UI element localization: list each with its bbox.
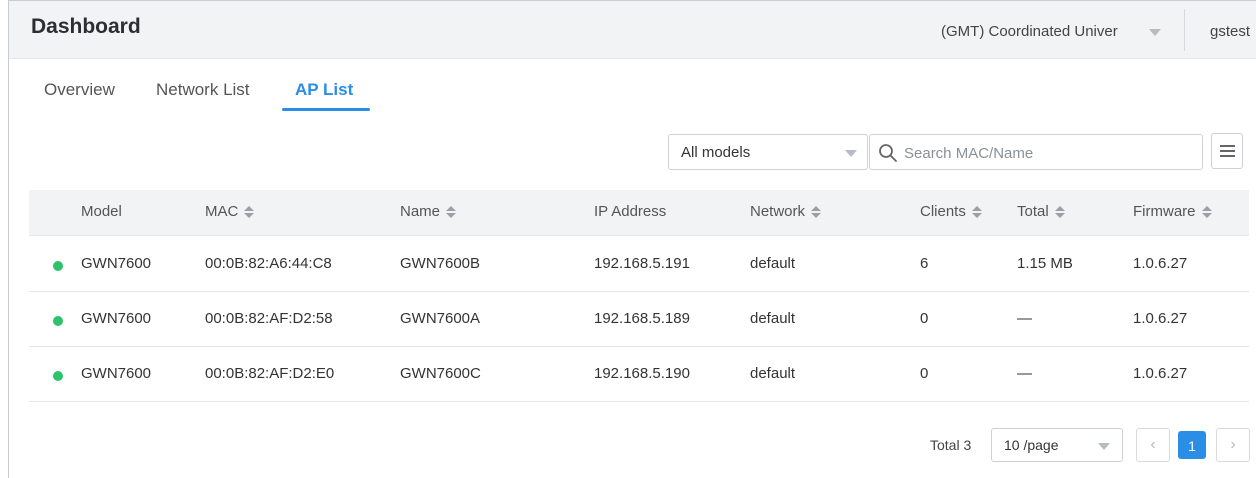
cell-network: default: [750, 310, 796, 327]
chevron-down-icon: [1098, 443, 1110, 450]
cell-name: GWN7600C: [400, 365, 481, 382]
column-header-total[interactable]: Total: [1017, 203, 1065, 220]
dashboard-header: Dashboard (GMT) Coordinated Univer gstes…: [9, 1, 1256, 59]
table-row[interactable]: GWN7600 00:0B:82:A6:44:C8 GWN7600B 192.1…: [29, 237, 1249, 292]
cell-model: GWN7600: [81, 255, 152, 272]
sort-icon[interactable]: [446, 206, 457, 219]
user-menu[interactable]: gstest: [1210, 23, 1250, 40]
table-header: Model MAC Name IP Address Network Client…: [29, 190, 1249, 236]
cell-ip: 192.168.5.189: [594, 310, 690, 327]
cell-name: GWN7600A: [400, 310, 481, 327]
cell-model: GWN7600: [81, 365, 152, 382]
cell-name: GWN7600B: [400, 255, 481, 272]
cell-total: —: [1017, 310, 1032, 327]
chevron-down-icon: [845, 150, 857, 157]
page-size-select[interactable]: 10 /page: [991, 428, 1123, 462]
cell-total: —: [1017, 365, 1032, 382]
cell-clients: 6: [920, 255, 929, 272]
chevron-down-icon[interactable]: [1149, 29, 1161, 36]
status-online-icon: [53, 371, 63, 381]
cell-ip: 192.168.5.190: [594, 365, 690, 382]
tab-ap-list[interactable]: AP List: [295, 80, 353, 100]
cell-model: GWN7600: [81, 310, 152, 327]
column-header-model: Model: [81, 203, 122, 220]
column-header-firmware[interactable]: Firmware: [1133, 203, 1212, 220]
pagination-total: Total 3: [930, 437, 972, 453]
column-header-name[interactable]: Name: [400, 203, 457, 220]
tab-network-list[interactable]: Network List: [156, 80, 250, 100]
active-tab-indicator: [282, 108, 370, 111]
cell-mac[interactable]: 00:0B:82:AF:D2:E0: [205, 365, 334, 382]
status-online-icon: [53, 261, 63, 271]
table-row[interactable]: GWN7600 00:0B:82:AF:D2:58 GWN7600A 192.1…: [29, 292, 1249, 347]
page-title: Dashboard: [31, 15, 141, 38]
frame-border-left: [8, 0, 9, 478]
table-row[interactable]: GWN7600 00:0B:82:AF:D2:E0 GWN7600C 192.1…: [29, 347, 1249, 402]
status-online-icon: [53, 316, 63, 326]
chevron-right-icon[interactable]: ›: [1216, 428, 1250, 462]
search-icon: [879, 144, 897, 162]
hamburger-icon-bar: [1220, 150, 1235, 152]
hamburger-icon-bar: [1220, 155, 1235, 157]
page-size-value: 10 /page: [1004, 437, 1059, 453]
sort-icon[interactable]: [1201, 206, 1212, 219]
timezone-select[interactable]: (GMT) Coordinated Univer: [941, 23, 1118, 40]
search-box[interactable]: [869, 134, 1203, 170]
sort-icon[interactable]: [971, 206, 982, 219]
model-select-value: All models: [681, 144, 751, 161]
sort-icon[interactable]: [811, 206, 822, 219]
cell-firmware: 1.0.6.27: [1133, 310, 1188, 327]
cell-total: 1.15 MB: [1017, 255, 1073, 272]
chevron-left-icon[interactable]: ‹: [1136, 428, 1170, 462]
cell-clients: 0: [920, 310, 929, 327]
cell-mac[interactable]: 00:0B:82:A6:44:C8: [205, 255, 332, 272]
column-header-ip-address: IP Address: [594, 203, 667, 220]
hamburger-icon-bar: [1220, 145, 1235, 147]
cell-network: default: [750, 255, 796, 272]
model-select[interactable]: All models: [668, 134, 868, 170]
tab-overview[interactable]: Overview: [44, 80, 115, 100]
column-header-mac[interactable]: MAC: [205, 203, 255, 220]
sort-icon[interactable]: [244, 206, 255, 219]
cell-mac[interactable]: 00:0B:82:AF:D2:58: [205, 310, 333, 327]
cell-network: default: [750, 365, 796, 382]
cell-ip: 192.168.5.191: [594, 255, 690, 272]
column-menu-button[interactable]: [1211, 133, 1243, 169]
page-number-button[interactable]: 1: [1178, 431, 1206, 459]
column-header-clients[interactable]: Clients: [920, 203, 982, 220]
cell-clients: 0: [920, 365, 929, 382]
column-header-network[interactable]: Network: [750, 203, 822, 220]
sort-icon[interactable]: [1054, 206, 1065, 219]
header-divider: [1184, 9, 1185, 51]
cell-firmware: 1.0.6.27: [1133, 255, 1188, 272]
cell-firmware: 1.0.6.27: [1133, 365, 1188, 382]
search-input[interactable]: [904, 140, 1194, 166]
